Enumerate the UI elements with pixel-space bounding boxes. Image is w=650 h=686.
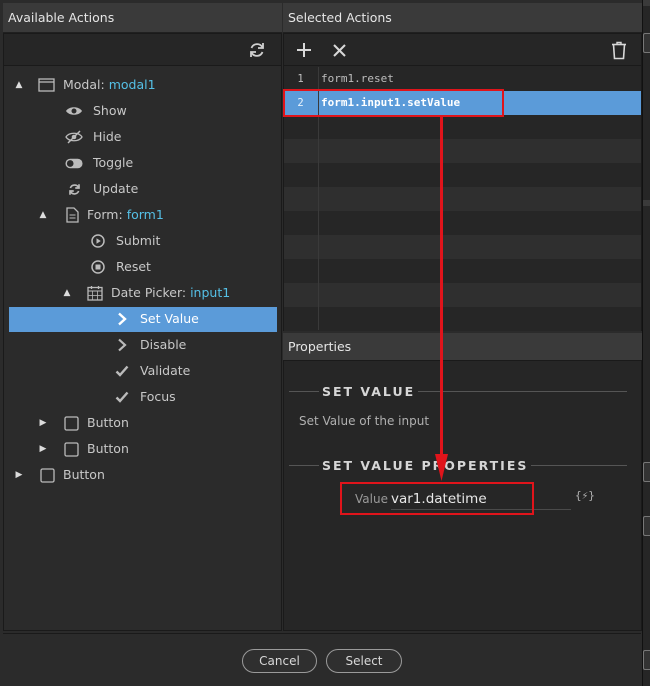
tree-item-button[interactable]: ▶ Button — [4, 410, 281, 436]
chevron-right-icon — [113, 306, 131, 332]
tree-item-disable[interactable]: Disable — [4, 332, 281, 358]
tree-item-label: Form: — [87, 207, 123, 222]
annotation-highlight-box — [340, 482, 534, 515]
expand-caret-icon[interactable]: ▲ — [13, 72, 25, 98]
circle-play-icon — [89, 228, 107, 254]
section-title-properties: SET VALUE PROPERTIES — [319, 457, 532, 475]
tree-item-label: Update — [93, 181, 139, 196]
selected-actions-toolbar — [284, 34, 641, 66]
tree-item-set-value[interactable]: Set Value — [4, 306, 281, 332]
select-button[interactable]: Select — [326, 649, 402, 673]
annotation-highlight-box — [283, 89, 504, 117]
window-icon — [37, 72, 55, 98]
tree-item-button[interactable]: ▶ Button — [4, 462, 281, 488]
circle-x-icon — [89, 254, 107, 280]
tree-item-reset[interactable]: Reset — [4, 254, 281, 280]
tree-item-label: Show — [93, 103, 127, 118]
tree-item-id: input1 — [190, 285, 231, 300]
checkbox-icon — [62, 410, 80, 436]
expand-caret-icon[interactable]: ▶ — [37, 436, 49, 462]
refresh-icon[interactable] — [246, 39, 268, 61]
action-text: form1.reset — [321, 72, 394, 85]
tree-item-modal[interactable]: ▲ Modal: modal1 — [4, 72, 281, 98]
refresh-icon — [65, 176, 83, 202]
tree-item-update[interactable]: Update — [4, 176, 281, 202]
tree-item-label: Button — [87, 415, 129, 430]
calendar-icon — [86, 280, 104, 306]
available-actions-header: Available Actions — [3, 3, 282, 33]
available-actions-panel: ▲ Modal: modal1 Show Hide Toggle Update … — [3, 33, 282, 631]
tree-item-label: Focus — [140, 389, 176, 404]
empty-row — [284, 115, 641, 139]
empty-row — [284, 187, 641, 211]
annotation-arrow-line — [440, 116, 443, 456]
tree-item-submit[interactable]: Submit — [4, 228, 281, 254]
expand-caret-icon[interactable]: ▶ — [37, 410, 49, 436]
available-actions-toolbar — [4, 34, 281, 66]
tree-item-label: Validate — [140, 363, 191, 378]
tree-item-label: Button — [87, 441, 129, 456]
tree-item-hide[interactable]: Hide — [4, 124, 281, 150]
tree-item-label: Modal: — [63, 77, 105, 92]
dynamic-data-icon[interactable]: {⚡} — [575, 489, 595, 502]
tree-item-label: Set Value — [140, 311, 199, 326]
properties-header: Properties — [283, 333, 642, 361]
check-icon — [113, 384, 131, 410]
empty-row — [284, 259, 641, 283]
tree-item-focus[interactable]: Focus — [4, 384, 281, 410]
empty-row — [284, 163, 641, 187]
checkbox-icon — [38, 462, 56, 488]
tree-item-id: modal1 — [108, 77, 156, 92]
eye-slash-icon — [65, 124, 83, 150]
expand-caret-icon[interactable]: ▲ — [61, 280, 73, 306]
dialog-footer: Cancel Select — [3, 633, 641, 683]
tree-item-id: form1 — [126, 207, 164, 222]
eye-icon — [65, 98, 83, 124]
select-action-dialog: Available Actions ▲ Modal: modal1 Show H… — [0, 0, 643, 686]
tree-item-label: Hide — [93, 129, 122, 144]
trash-icon[interactable] — [609, 39, 629, 61]
tree-item-label: Disable — [140, 337, 187, 352]
tree-item-label: Date Picker: — [111, 285, 187, 300]
action-row[interactable]: 1 form1.reset — [284, 67, 641, 91]
selected-actions-header: Selected Actions — [283, 3, 642, 33]
tree-item-toggle[interactable]: Toggle — [4, 150, 281, 176]
selected-actions-panel: 1 form1.reset 2 form1.input1.setValue — [283, 33, 642, 331]
empty-row — [284, 139, 641, 163]
check-icon — [113, 358, 131, 384]
expand-caret-icon[interactable]: ▶ — [13, 462, 25, 488]
tree-item-label: Button — [63, 467, 105, 482]
background-edge-strip — [643, 0, 650, 686]
tree-item-label: Submit — [116, 233, 161, 248]
plus-icon[interactable] — [294, 40, 314, 60]
checkbox-icon — [62, 436, 80, 462]
empty-row — [284, 307, 641, 331]
tree-item-label: Toggle — [93, 155, 134, 170]
tree-item-label: Reset — [116, 259, 151, 274]
chevron-right-icon — [113, 332, 131, 358]
empty-row — [284, 211, 641, 235]
toggle-icon — [65, 150, 83, 176]
expand-caret-icon[interactable]: ▲ — [37, 202, 49, 228]
tree-item-show[interactable]: Show — [4, 98, 281, 124]
empty-row — [284, 235, 641, 259]
selected-actions-title: Selected Actions — [288, 10, 392, 25]
empty-row — [284, 283, 641, 307]
action-description: Set Value of the input — [299, 414, 430, 428]
annotation-arrow-head-icon — [435, 454, 448, 481]
available-actions-title: Available Actions — [8, 10, 115, 25]
form-icon — [63, 202, 81, 228]
section-title-set-value: SET VALUE — [319, 383, 419, 401]
tree-item-form[interactable]: ▲ Form: form1 — [4, 202, 281, 228]
action-line-number: 1 — [297, 73, 304, 85]
x-icon[interactable] — [329, 40, 349, 60]
properties-title: Properties — [288, 339, 352, 354]
cancel-button[interactable]: Cancel — [242, 649, 317, 673]
tree-item-button[interactable]: ▶ Button — [4, 436, 281, 462]
tree-item-date-picker[interactable]: ▲ Date Picker: input1 — [4, 280, 281, 306]
tree-item-validate[interactable]: Validate — [4, 358, 281, 384]
